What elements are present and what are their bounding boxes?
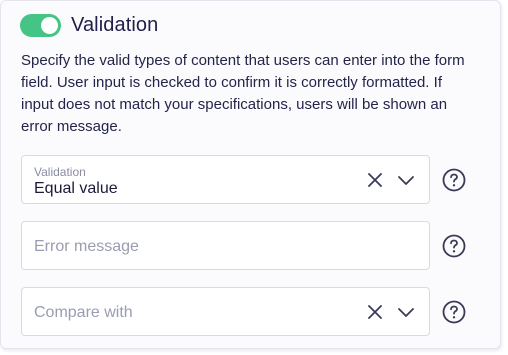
error-message-input[interactable]: Error message bbox=[21, 221, 430, 270]
help-icon[interactable] bbox=[442, 234, 466, 258]
validation-select[interactable]: Validation Equal value bbox=[21, 155, 430, 204]
toggle-knob bbox=[41, 16, 58, 34]
chevron-down-icon[interactable] bbox=[396, 170, 416, 190]
error-message-placeholder: Error message bbox=[34, 238, 139, 255]
chevron-down-icon[interactable] bbox=[396, 302, 416, 322]
close-icon[interactable] bbox=[365, 170, 385, 190]
validation-panel: Validation Specify the valid types of co… bbox=[0, 0, 501, 349]
panel-description: Specify the valid types of content that … bbox=[21, 52, 465, 135]
help-icon[interactable] bbox=[442, 168, 466, 192]
compare-with-placeholder: Compare with bbox=[34, 304, 133, 321]
compare-with-row: Compare with bbox=[21, 287, 481, 336]
panel-header: Validation bbox=[20, 11, 158, 39]
validation-select-label: Validation bbox=[34, 165, 86, 179]
validation-row: Validation Equal value bbox=[21, 155, 481, 204]
validation-toggle[interactable] bbox=[20, 13, 61, 37]
close-icon[interactable] bbox=[365, 302, 385, 322]
compare-with-select[interactable]: Compare with bbox=[21, 287, 430, 336]
panel-title: Validation bbox=[71, 13, 159, 36]
error-message-row: Error message bbox=[21, 221, 481, 270]
help-icon[interactable] bbox=[442, 300, 466, 324]
validation-select-value: Equal value bbox=[34, 180, 118, 197]
